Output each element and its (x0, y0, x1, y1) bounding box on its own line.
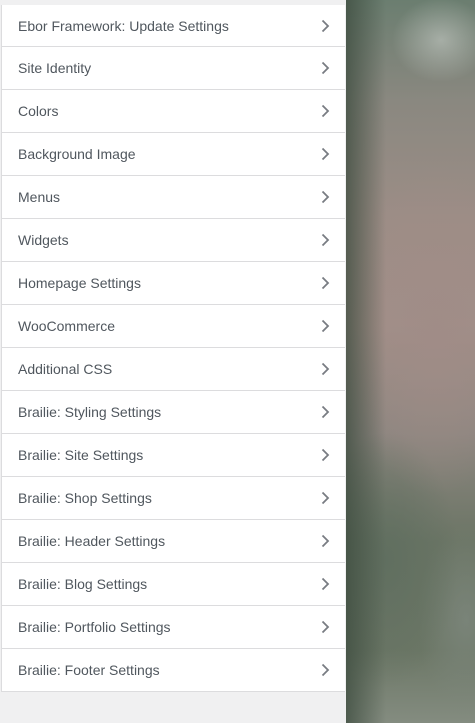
panel-label: Brailie: Header Settings (18, 533, 166, 549)
panel-label: Brailie: Shop Settings (18, 490, 152, 506)
chevron-right-icon (317, 619, 333, 635)
chevron-right-icon (317, 275, 333, 291)
panel-brailie-blog-settings[interactable]: Brailie: Blog Settings (2, 563, 345, 606)
panel-label: WooCommerce (18, 318, 115, 334)
panel-label: Additional CSS (18, 361, 113, 377)
preview-shade (346, 0, 386, 723)
panel-menus[interactable]: Menus (2, 176, 345, 219)
chevron-right-icon (317, 318, 333, 334)
chevron-right-icon (317, 18, 333, 34)
panel-widgets[interactable]: Widgets (2, 219, 345, 262)
panel-label: Brailie: Blog Settings (18, 576, 148, 592)
chevron-right-icon (317, 361, 333, 377)
customizer-panel-list: Ebor Framework: Update Settings Site Ide… (1, 5, 345, 692)
panel-label: Colors (18, 103, 59, 119)
panel-brailie-header-settings[interactable]: Brailie: Header Settings (2, 520, 345, 563)
panel-site-identity[interactable]: Site Identity (2, 47, 345, 90)
panel-brailie-portfolio-settings[interactable]: Brailie: Portfolio Settings (2, 606, 345, 649)
chevron-right-icon (317, 232, 333, 248)
chevron-right-icon (317, 103, 333, 119)
panel-label: Site Identity (18, 60, 92, 76)
customizer-window: Ebor Framework: Update Settings Site Ide… (0, 0, 475, 723)
customizer-sidebar: Ebor Framework: Update Settings Site Ide… (0, 0, 346, 723)
chevron-right-icon (317, 404, 333, 420)
panel-brailie-styling-settings[interactable]: Brailie: Styling Settings (2, 391, 345, 434)
panel-colors[interactable]: Colors (2, 90, 345, 133)
panel-label: Homepage Settings (18, 275, 141, 291)
chevron-right-icon (317, 490, 333, 506)
panel-additional-css[interactable]: Additional CSS (2, 348, 345, 391)
panel-brailie-shop-settings[interactable]: Brailie: Shop Settings (2, 477, 345, 520)
panel-label: Brailie: Portfolio Settings (18, 619, 171, 635)
panel-woocommerce[interactable]: WooCommerce (2, 305, 345, 348)
chevron-right-icon (317, 662, 333, 678)
chevron-right-icon (317, 576, 333, 592)
panel-label: Widgets (18, 232, 69, 248)
panel-homepage-settings[interactable]: Homepage Settings (2, 262, 345, 305)
chevron-right-icon (317, 189, 333, 205)
panel-background-image[interactable]: Background Image (2, 133, 345, 176)
panel-brailie-footer-settings[interactable]: Brailie: Footer Settings (2, 649, 345, 692)
panel-ebor-framework-update-settings[interactable]: Ebor Framework: Update Settings (2, 5, 345, 47)
panel-label: Brailie: Styling Settings (18, 404, 162, 420)
chevron-right-icon (317, 60, 333, 76)
panel-label: Menus (18, 189, 61, 205)
panel-label: Brailie: Footer Settings (18, 662, 160, 678)
panel-brailie-site-settings[interactable]: Brailie: Site Settings (2, 434, 345, 477)
chevron-right-icon (317, 447, 333, 463)
panel-label: Brailie: Site Settings (18, 447, 144, 463)
site-preview-image[interactable] (346, 0, 475, 723)
chevron-right-icon (317, 146, 333, 162)
panel-label: Ebor Framework: Update Settings (18, 17, 229, 34)
chevron-right-icon (317, 533, 333, 549)
panel-label: Background Image (18, 146, 136, 162)
